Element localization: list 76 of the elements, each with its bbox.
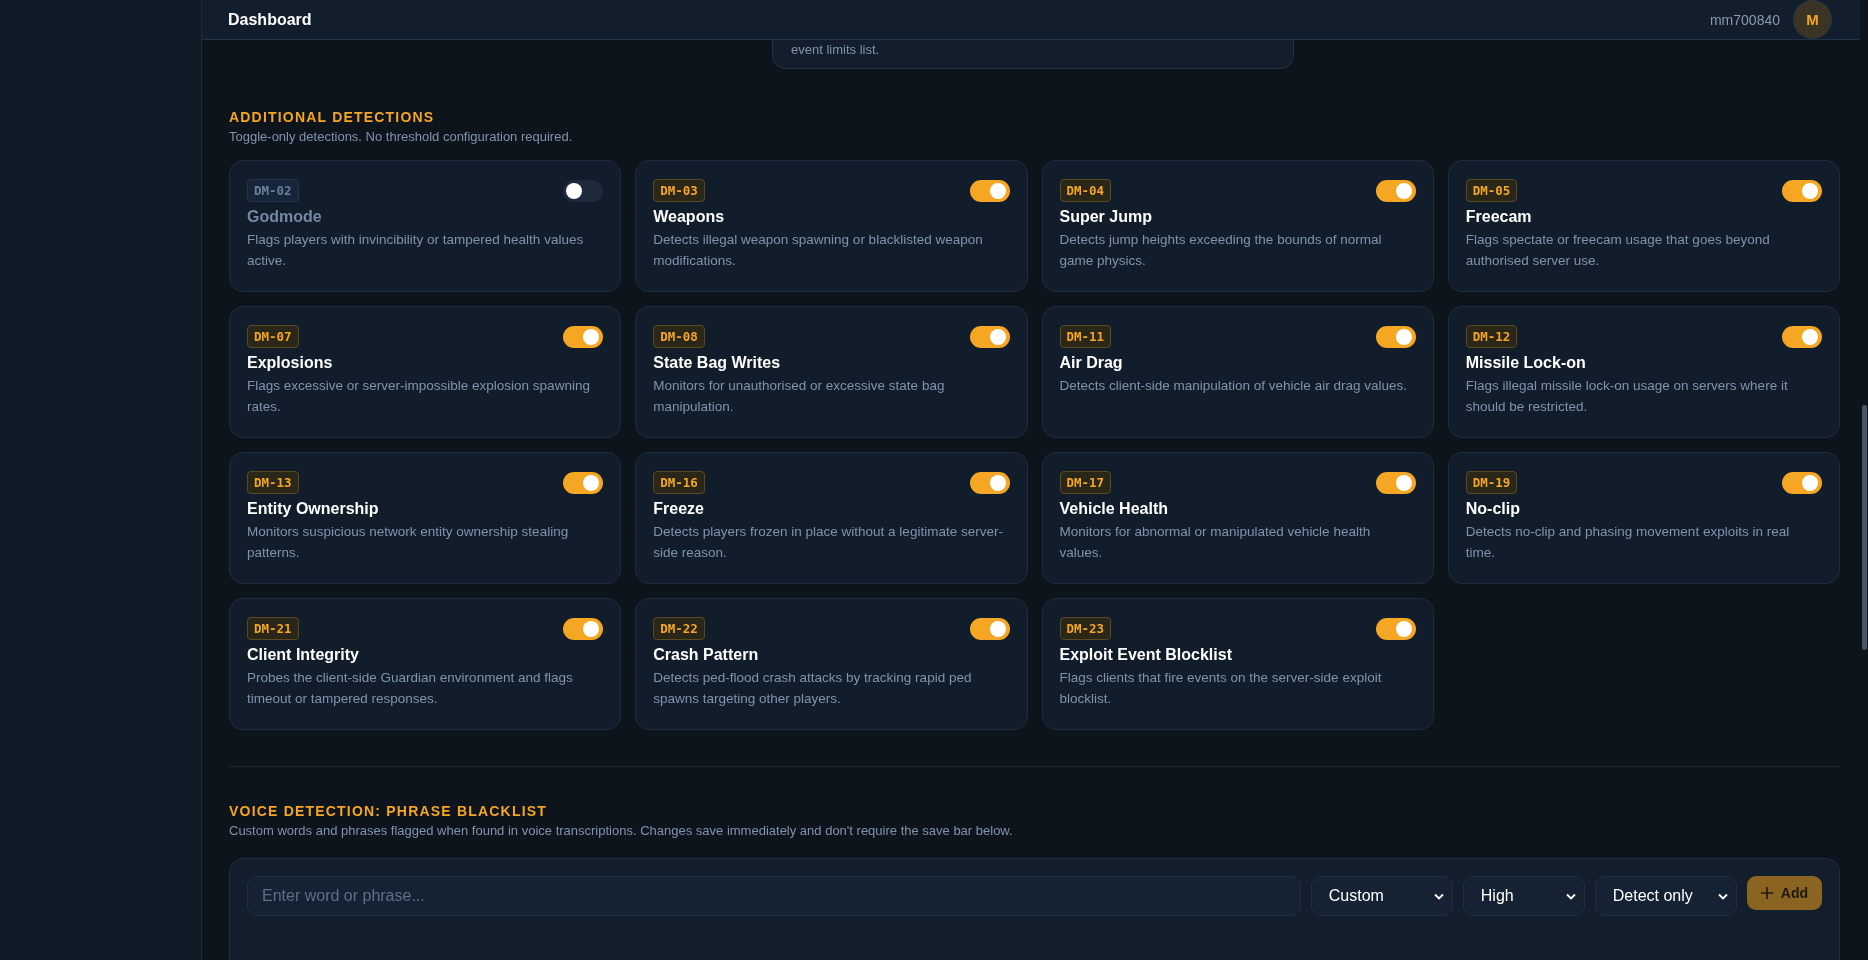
- detection-code: DM-08: [653, 325, 705, 348]
- detection-description: Monitors suspicious network entity ownership stealing patterns.: [247, 523, 570, 562]
- detection-name: Exploit Event Blocklist: [1059, 646, 1233, 664]
- toggle-switch[interactable]: [969, 179, 1010, 202]
- section-title: VOICE DETECTION: PHRASE BLACKLIST: [229, 803, 549, 819]
- card-text: event limits list.: [791, 42, 880, 57]
- detection-code: DM-12: [1465, 325, 1518, 348]
- detection-name: Vehicle Health: [1059, 500, 1169, 518]
- toggle-switch[interactable]: [563, 617, 604, 640]
- detection-description: Flags spectate or freecam usage that goes beyond authorised server use.: [1465, 231, 1771, 270]
- detection-description: Flags clients that fire events on the server-side exploit blocklist.: [1059, 669, 1383, 708]
- detection-description: Flags excessive or server-impossible explosion spawning rates.: [247, 377, 591, 416]
- detection-code: DM-11: [1059, 325, 1112, 348]
- detection-code: DM-23: [1059, 617, 1112, 640]
- detection-name: Explosions: [247, 354, 334, 372]
- detection-description: Probes the client-side Guardian environment and flags timeout or tampered responses.: [247, 669, 574, 708]
- phrase-input-field[interactable]: Enter word or phrase...: [247, 876, 1301, 916]
- detection-code: DM-13: [247, 471, 299, 494]
- detection-code: DM-21: [247, 617, 299, 640]
- detection-name: Freeze: [653, 500, 705, 518]
- detection-code: DM-19: [1465, 471, 1518, 494]
- detection-code: DM-16: [653, 471, 705, 494]
- detection-code: DM-02: [247, 179, 299, 202]
- user-avatar[interactable]: M: [1793, 0, 1832, 39]
- detection-code: DM-22: [653, 617, 705, 640]
- detection-code: DM-05: [1465, 179, 1518, 202]
- section-subtitle: Custom words and phrases flagged when found in voice transcriptions. Changes save immediately and don't require the save bar below.: [229, 823, 1014, 838]
- section-subtitle: Toggle-only detections. No threshold configuration required.: [229, 129, 574, 144]
- toggle-switch[interactable]: [563, 325, 604, 348]
- toggle-switch[interactable]: [969, 471, 1010, 494]
- toggle-switch[interactable]: [1375, 617, 1416, 640]
- detection-name: State Bag Writes: [653, 354, 782, 372]
- toggle-switch[interactable]: [1375, 325, 1416, 348]
- action-dropdown[interactable]: Detect only: [1594, 876, 1737, 916]
- detection-name: Freecam: [1465, 208, 1533, 226]
- detection-description: Detects illegal weapon spawning or blacklisted weapon modifications.: [653, 231, 984, 270]
- toggle-switch[interactable]: [1782, 179, 1822, 202]
- detection-name: Air Drag: [1059, 354, 1124, 372]
- chevron-icon: [1433, 892, 1444, 900]
- detection-name: Super Jump: [1059, 208, 1153, 226]
- detection-name: Entity Ownership: [247, 500, 380, 518]
- chevron-icon: [1717, 892, 1728, 900]
- toggle-switch[interactable]: [1375, 471, 1416, 494]
- plus-icon: [1760, 887, 1773, 899]
- detection-code: DM-04: [1059, 179, 1112, 202]
- username: mm700840: [1709, 11, 1780, 28]
- detection-description: Detects ped-flood crash attacks by tracking rapid ped spawns targeting other players.: [653, 669, 973, 708]
- category-dropdown[interactable]: Custom: [1310, 876, 1453, 916]
- toggle-switch[interactable]: [1782, 325, 1822, 348]
- toggle-switch[interactable]: [563, 179, 604, 202]
- detection-code: DM-17: [1059, 471, 1112, 494]
- severity-dropdown[interactable]: High: [1462, 876, 1585, 916]
- toggle-switch[interactable]: [563, 471, 604, 494]
- detection-description: Detects no-clip and phasing movement exploits in real time.: [1465, 523, 1791, 562]
- detection-description: Monitors for abnormal or manipulated vehicle health values.: [1059, 523, 1372, 562]
- chevron-icon: [1565, 892, 1576, 900]
- detection-name: Missile Lock-on: [1465, 354, 1587, 372]
- detection-name: Crash Pattern: [653, 646, 760, 664]
- toggle-switch[interactable]: [969, 617, 1010, 640]
- detection-description: Monitors for unauthorised or excessive state bag manipulation.: [653, 377, 946, 416]
- detection-description: Flags illegal missile lock-on usage on servers where it should be restricted.: [1465, 377, 1789, 416]
- detection-code: DM-03: [653, 179, 705, 202]
- section-title: ADDITIONAL DETECTIONS: [229, 109, 436, 125]
- detection-description: Detects players frozen in place without a legitimate server-side reason.: [653, 523, 1004, 562]
- detection-name: Godmode: [247, 208, 323, 226]
- detection-name: Client Integrity: [247, 646, 360, 664]
- toggle-switch[interactable]: [1782, 471, 1822, 494]
- detection-description: Detects jump heights exceeding the bounds of normal game physics.: [1059, 231, 1383, 270]
- detection-description: Flags players with invincibility or tampered health values active.: [247, 231, 585, 270]
- detection-name: No-clip: [1465, 500, 1521, 518]
- detection-description: Detects client-side manipulation of vehicle air drag values.: [1059, 377, 1408, 395]
- detection-code: DM-07: [247, 325, 299, 348]
- detection-name: Weapons: [653, 208, 726, 226]
- page-title: Dashboard: [228, 10, 312, 29]
- toggle-switch[interactable]: [1375, 179, 1416, 202]
- toggle-switch[interactable]: [969, 325, 1010, 348]
